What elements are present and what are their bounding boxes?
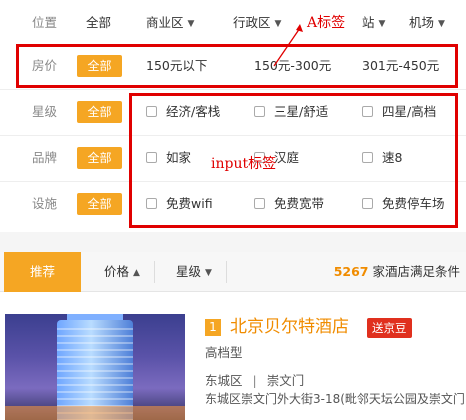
dropdown-airport[interactable]: 机场 ▼ — [409, 0, 445, 48]
hotel-area-link[interactable]: 崇文门 — [267, 373, 305, 388]
hotel-address: 东城区崇文门外大街3-18(毗邻天坛公园及崇文门 — [205, 392, 465, 406]
dropdown-station[interactable]: 站 ▼ — [362, 0, 385, 48]
filter-label-brand: 品牌 — [32, 150, 58, 165]
hotel-photo[interactable] — [5, 314, 185, 420]
filter-label-star: 星级 — [32, 104, 58, 119]
sort-recommend-tab[interactable]: 推荐 — [4, 252, 81, 292]
chevron-down-icon: ▼ — [205, 268, 212, 278]
hotel-type: 高档型 — [205, 345, 243, 360]
sort-bar: 推荐 价格 ▲ 星级 ▼ 5267 家酒店满足条件 — [0, 252, 466, 292]
location-all-link[interactable]: 全部 — [86, 0, 111, 46]
dropdown-business-area[interactable]: 商业区 ▼ — [146, 0, 194, 48]
annotation-a-tag-label: A标签 — [307, 15, 346, 31]
promo-badge: 送京豆 — [367, 318, 412, 338]
chevron-down-icon: ▼ — [378, 19, 386, 29]
result-count: 5267 家酒店满足条件 — [333, 264, 460, 279]
divider — [226, 261, 227, 283]
facility-all-button[interactable]: 全部 — [77, 193, 122, 215]
filter-row-location: 位置 全部 商业区 ▼ 行政区 ▼ 站 ▼ 机场 ▼ — [0, 0, 466, 46]
filter-label-facility: 设施 — [32, 196, 58, 211]
sort-price-tab[interactable]: 价格 ▲ — [104, 252, 140, 294]
chevron-down-icon: ▼ — [438, 19, 445, 29]
hotel-rank-badge: 1 — [205, 319, 221, 336]
annotation-input-tag-label: input标签 — [211, 156, 277, 172]
hotel-name-link[interactable]: 北京贝尔特酒店 — [230, 314, 349, 340]
brand-all-button[interactable]: 全部 — [77, 147, 122, 169]
hotel-list-item[interactable]: 1 北京贝尔特酒店 送京豆 高档型 东城区 | 崇文门 东城区崇文门外大街3-18(… — [0, 292, 466, 420]
annotation-box-a-tag — [16, 44, 458, 88]
annotation-box-input-tag — [129, 93, 458, 228]
filter-label-location: 位置 — [32, 15, 58, 30]
star-all-button[interactable]: 全部 — [77, 101, 122, 123]
hotel-location: 东城区 | 崇文门 — [205, 373, 305, 388]
chevron-down-icon: ▼ — [187, 19, 195, 29]
sort-up-icon: ▲ — [133, 268, 140, 278]
hotel-district-link[interactable]: 东城区 — [205, 373, 243, 388]
divider — [154, 261, 155, 283]
sort-star-tab[interactable]: 星级 ▼ — [176, 252, 212, 294]
section-gap — [0, 232, 466, 252]
